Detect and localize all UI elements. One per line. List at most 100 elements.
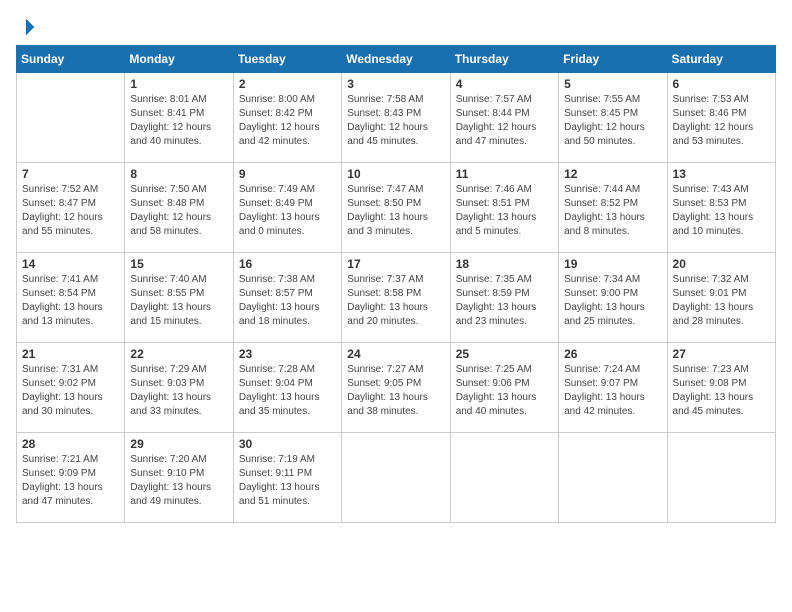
calendar-cell [559, 433, 667, 523]
day-number: 15 [130, 257, 227, 271]
calendar-cell: 25 Sunrise: 7:25 AMSunset: 9:06 PMDayligh… [450, 343, 558, 433]
day-info: Sunrise: 7:52 AMSunset: 8:47 PMDaylight:… [22, 183, 119, 239]
calendar-cell: 16 Sunrise: 7:38 AMSunset: 8:57 PMDayligh… [233, 253, 341, 343]
logo [16, 16, 40, 37]
day-info: Sunrise: 7:37 AMSunset: 8:58 PMDaylight:… [347, 273, 444, 329]
calendar-cell: 15 Sunrise: 7:40 AMSunset: 8:55 PMDayligh… [125, 253, 233, 343]
calendar-cell: 5 Sunrise: 7:55 AMSunset: 8:45 PMDaylight… [559, 73, 667, 163]
calendar-cell: 20Sunrise: 7:32 AMSunset: 9:01 PMDayligh… [667, 253, 775, 343]
day-info: Sunrise: 7:49 AMSunset: 8:49 PMDaylight:… [239, 183, 336, 239]
day-number: 21 [22, 347, 119, 361]
calendar-cell: 29 Sunrise: 7:20 AMSunset: 9:10 PMDayligh… [125, 433, 233, 523]
day-number: 13 [673, 167, 770, 181]
day-info: Sunrise: 7:53 AMSunset: 8:46 PMDaylight:… [673, 93, 770, 149]
day-number: 7 [22, 167, 119, 181]
day-info: Sunrise: 7:46 AMSunset: 8:51 PMDaylight:… [456, 183, 553, 239]
weekday-header-thursday: Thursday [450, 46, 558, 73]
day-info: Sunrise: 7:25 AMSunset: 9:06 PMDaylight:… [456, 363, 553, 419]
day-info: Sunrise: 7:57 AMSunset: 8:44 PMDaylight:… [456, 93, 553, 149]
calendar-cell: 3 Sunrise: 7:58 AMSunset: 8:43 PMDaylight… [342, 73, 450, 163]
day-info: Sunrise: 7:47 AMSunset: 8:50 PMDaylight:… [347, 183, 444, 239]
day-number: 12 [564, 167, 661, 181]
day-info: Sunrise: 7:27 AMSunset: 9:05 PMDaylight:… [347, 363, 444, 419]
day-number: 29 [130, 437, 227, 451]
day-info: Sunrise: 7:21 AMSunset: 9:09 PMDaylight:… [22, 453, 119, 509]
weekday-header-saturday: Saturday [667, 46, 775, 73]
day-number: 9 [239, 167, 336, 181]
calendar-cell: 17 Sunrise: 7:37 AMSunset: 8:58 PMDayligh… [342, 253, 450, 343]
day-info: Sunrise: 7:19 AMSunset: 9:11 PMDaylight:… [239, 453, 336, 509]
week-row-1: 1 Sunrise: 8:01 AMSunset: 8:41 PMDaylight… [17, 73, 776, 163]
weekday-header-friday: Friday [559, 46, 667, 73]
calendar-cell: 2 Sunrise: 8:00 AMSunset: 8:42 PMDaylight… [233, 73, 341, 163]
calendar-cell: 23 Sunrise: 7:28 AMSunset: 9:04 PMDayligh… [233, 343, 341, 433]
day-info: Sunrise: 8:00 AMSunset: 8:42 PMDaylight:… [239, 93, 336, 149]
week-row-4: 21 Sunrise: 7:31 AMSunset: 9:02 PMDayligh… [17, 343, 776, 433]
day-number: 25 [456, 347, 553, 361]
day-info: Sunrise: 7:55 AMSunset: 8:45 PMDaylight:… [564, 93, 661, 149]
calendar-cell: 14Sunrise: 7:41 AMSunset: 8:54 PMDayligh… [17, 253, 125, 343]
day-number: 20 [673, 257, 770, 271]
day-info: Sunrise: 7:24 AMSunset: 9:07 PMDaylight:… [564, 363, 661, 419]
day-info: Sunrise: 7:20 AMSunset: 9:10 PMDaylight:… [130, 453, 227, 509]
weekday-header-monday: Monday [125, 46, 233, 73]
weekday-header-tuesday: Tuesday [233, 46, 341, 73]
week-row-2: 7 Sunrise: 7:52 AMSunset: 8:47 PMDaylight… [17, 163, 776, 253]
day-number: 5 [564, 77, 661, 91]
weekday-header-sunday: Sunday [17, 46, 125, 73]
calendar-cell [342, 433, 450, 523]
calendar-cell [667, 433, 775, 523]
calendar-cell: 22Sunrise: 7:29 AMSunset: 9:03 PMDayligh… [125, 343, 233, 433]
calendar-cell: 7 Sunrise: 7:52 AMSunset: 8:47 PMDaylight… [17, 163, 125, 253]
day-info: Sunrise: 7:40 AMSunset: 8:55 PMDaylight:… [130, 273, 227, 329]
calendar-cell: 10 Sunrise: 7:47 AMSunset: 8:50 PMDayligh… [342, 163, 450, 253]
week-row-3: 14Sunrise: 7:41 AMSunset: 8:54 PMDayligh… [17, 253, 776, 343]
calendar-cell [450, 433, 558, 523]
day-number: 19 [564, 257, 661, 271]
day-number: 23 [239, 347, 336, 361]
day-info: Sunrise: 7:34 AMSunset: 9:00 PMDaylight:… [564, 273, 661, 329]
calendar-cell: 11 Sunrise: 7:46 AMSunset: 8:51 PMDayligh… [450, 163, 558, 253]
day-number: 17 [347, 257, 444, 271]
calendar-table: SundayMondayTuesdayWednesdayThursdayFrid… [16, 45, 776, 523]
calendar-cell: 27 Sunrise: 7:23 AMSunset: 9:08 PMDayligh… [667, 343, 775, 433]
day-number: 1 [130, 77, 227, 91]
calendar-cell: 6 Sunrise: 7:53 AMSunset: 8:46 PMDaylight… [667, 73, 775, 163]
day-info: Sunrise: 7:50 AMSunset: 8:48 PMDaylight:… [130, 183, 227, 239]
calendar-cell: 19 Sunrise: 7:34 AMSunset: 9:00 PMDayligh… [559, 253, 667, 343]
day-info: Sunrise: 7:58 AMSunset: 8:43 PMDaylight:… [347, 93, 444, 149]
day-info: Sunrise: 7:35 AMSunset: 8:59 PMDaylight:… [456, 273, 553, 329]
calendar-cell: 30 Sunrise: 7:19 AMSunset: 9:11 PMDayligh… [233, 433, 341, 523]
day-number: 14 [22, 257, 119, 271]
header [16, 16, 776, 37]
weekday-header-wednesday: Wednesday [342, 46, 450, 73]
day-info: Sunrise: 7:23 AMSunset: 9:08 PMDaylight:… [673, 363, 770, 419]
weekday-header-row: SundayMondayTuesdayWednesdayThursdayFrid… [17, 46, 776, 73]
calendar-cell: 24Sunrise: 7:27 AMSunset: 9:05 PMDayligh… [342, 343, 450, 433]
day-number: 2 [239, 77, 336, 91]
week-row-5: 28 Sunrise: 7:21 AMSunset: 9:09 PMDayligh… [17, 433, 776, 523]
calendar-cell [17, 73, 125, 163]
day-number: 28 [22, 437, 119, 451]
day-number: 22 [130, 347, 227, 361]
day-info: Sunrise: 7:38 AMSunset: 8:57 PMDaylight:… [239, 273, 336, 329]
day-number: 27 [673, 347, 770, 361]
calendar-cell: 8 Sunrise: 7:50 AMSunset: 8:48 PMDaylight… [125, 163, 233, 253]
calendar-cell: 9 Sunrise: 7:49 AMSunset: 8:49 PMDaylight… [233, 163, 341, 253]
day-number: 3 [347, 77, 444, 91]
day-info: Sunrise: 7:28 AMSunset: 9:04 PMDaylight:… [239, 363, 336, 419]
day-number: 30 [239, 437, 336, 451]
day-number: 11 [456, 167, 553, 181]
day-number: 8 [130, 167, 227, 181]
calendar-cell: 12 Sunrise: 7:44 AMSunset: 8:52 PMDayligh… [559, 163, 667, 253]
day-info: Sunrise: 8:01 AMSunset: 8:41 PMDaylight:… [130, 93, 227, 149]
day-info: Sunrise: 7:43 AMSunset: 8:53 PMDaylight:… [673, 183, 770, 239]
day-number: 10 [347, 167, 444, 181]
day-number: 18 [456, 257, 553, 271]
day-info: Sunrise: 7:31 AMSunset: 9:02 PMDaylight:… [22, 363, 119, 419]
day-number: 6 [673, 77, 770, 91]
day-number: 26 [564, 347, 661, 361]
calendar-cell: 13 Sunrise: 7:43 AMSunset: 8:53 PMDayligh… [667, 163, 775, 253]
day-number: 16 [239, 257, 336, 271]
day-info: Sunrise: 7:44 AMSunset: 8:52 PMDaylight:… [564, 183, 661, 239]
